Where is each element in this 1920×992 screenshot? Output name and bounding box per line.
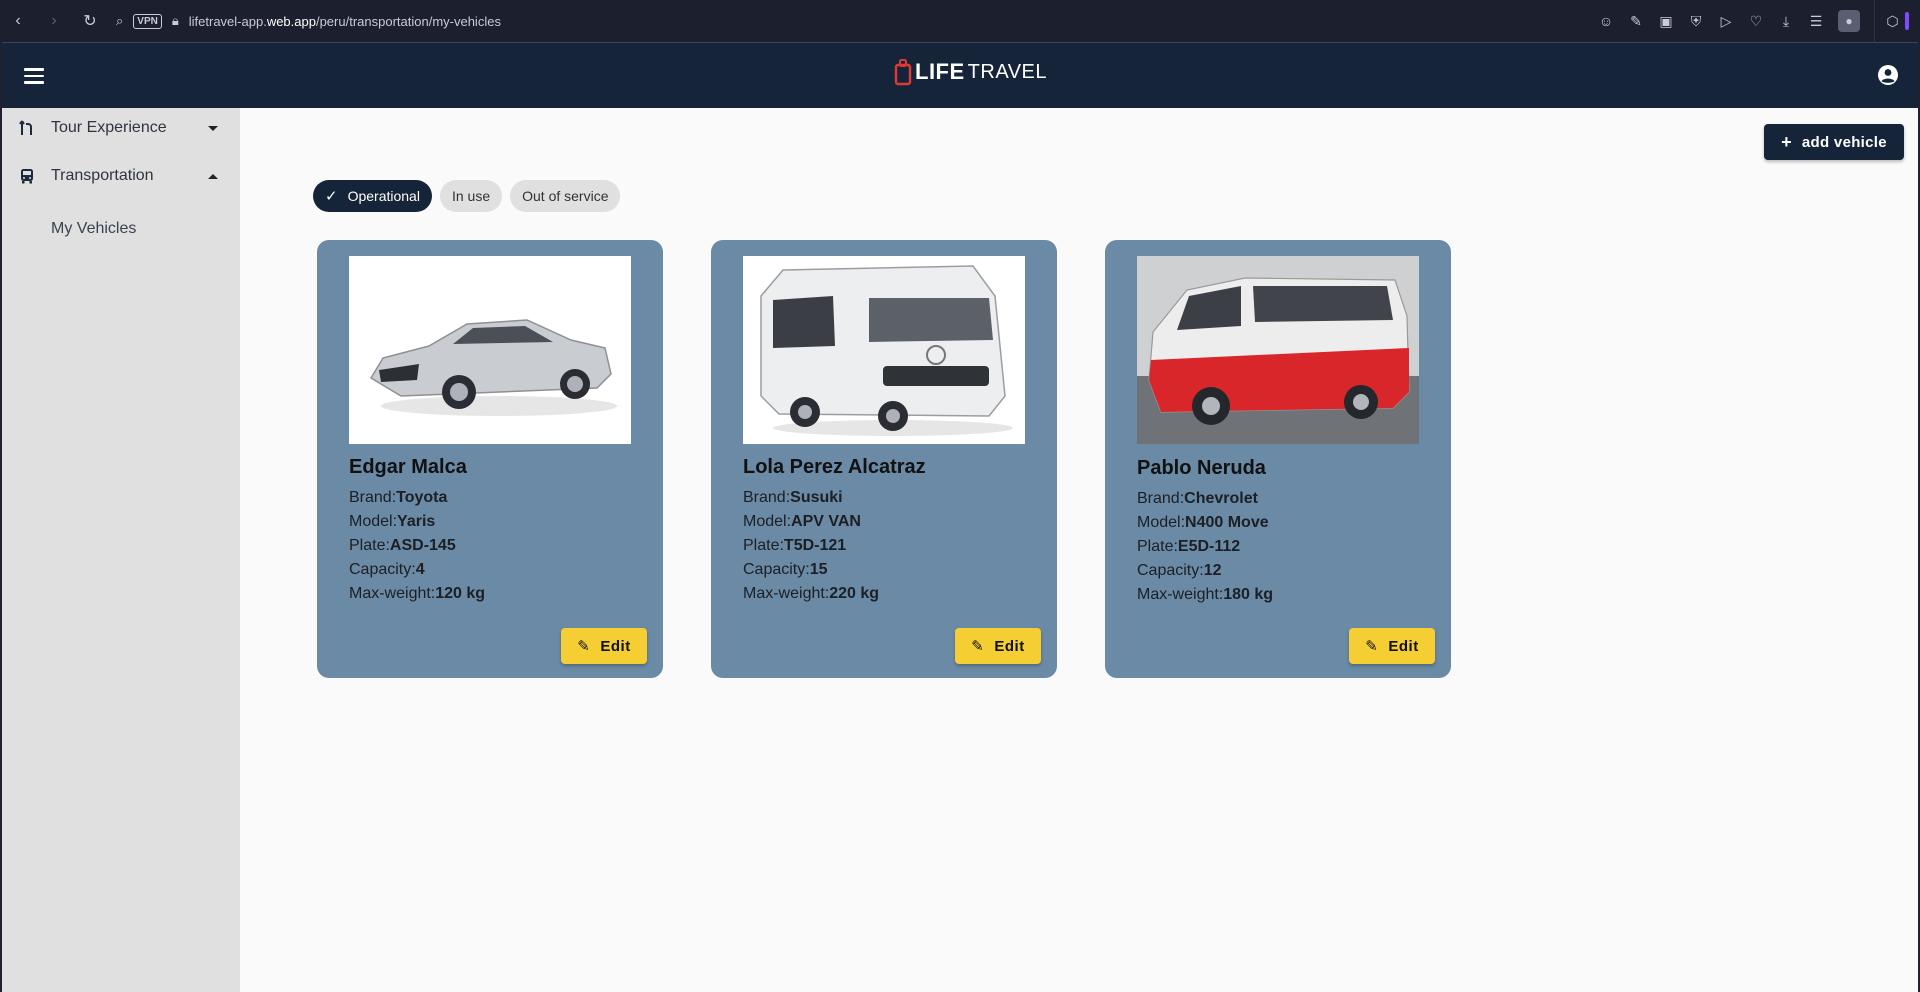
edit-label: Edit	[1388, 637, 1419, 655]
check-icon: ✓	[325, 188, 338, 205]
app-root: LIFE TRAVEL Tour Experience Transportati…	[2, 42, 1918, 992]
edit-page-icon[interactable]: ✎	[1628, 13, 1644, 30]
vpn-badge[interactable]: VPN	[133, 13, 162, 29]
plus-icon: +	[1781, 131, 1792, 152]
camera-icon[interactable]: ▣	[1658, 13, 1674, 30]
vehicle-photo	[743, 256, 1025, 444]
capacity-row: Capacity:12	[1137, 562, 1222, 579]
vehicle-details: Brand:Chevrolet Model:N400 Move Plate:E5…	[1137, 487, 1273, 607]
back-icon[interactable]: ‹	[0, 0, 36, 42]
heart-icon[interactable]: ♡	[1748, 13, 1764, 30]
red-minivan-image	[1137, 256, 1419, 444]
add-vehicle-button[interactable]: + add vehicle	[1764, 124, 1904, 160]
vehicle-details: Brand:Susuki Model:APV VAN Plate:T5D-121…	[743, 486, 879, 606]
profile-icon[interactable]: ●	[1838, 10, 1860, 32]
lock-icon: 🔒︎	[171, 13, 179, 28]
filter-chip-in-use[interactable]: In use	[439, 180, 503, 212]
add-vehicle-label: add vehicle	[1801, 133, 1887, 151]
logo-text-life: LIFE	[915, 59, 965, 84]
browser-toolbar: ‹ › ↻ ⌕ VPN 🔒︎ lifetravel-app.web.app/pe…	[0, 0, 1920, 42]
capacity-row: Capacity:15	[743, 561, 828, 578]
pencil-icon: ✎	[577, 638, 591, 655]
brand-row: Brand:Toyota	[349, 489, 448, 506]
cube-icon[interactable]: ⬡	[1886, 13, 1898, 30]
suitcase-icon	[894, 59, 912, 86]
download-icon[interactable]: ⤓	[1778, 13, 1794, 30]
filter-chip-out-of-service[interactable]: Out of service	[510, 180, 621, 212]
edit-label: Edit	[994, 637, 1025, 655]
reload-icon[interactable]: ↻	[72, 0, 108, 42]
app-logo: LIFE TRAVEL	[894, 55, 1047, 89]
extensions-area[interactable]: ⬡	[1874, 0, 1920, 42]
filter-chip-operational[interactable]: ✓ Operational	[313, 180, 432, 212]
chevron-down-icon	[208, 125, 218, 131]
sidebar-item-label: Transportation	[51, 167, 154, 184]
sidebar-subitem-my-vehicles[interactable]: My Vehicles	[51, 220, 136, 238]
address-bar[interactable]: ⌕ VPN 🔒︎ lifetravel-app.web.app/peru/tra…	[116, 6, 1598, 36]
menu-icon[interactable]	[22, 65, 46, 85]
sidebar-item-transportation[interactable]: Transportation	[2, 156, 240, 196]
menu-list-icon[interactable]: ☰	[1808, 13, 1824, 30]
edit-label: Edit	[600, 637, 631, 655]
driver-name: Edgar Malca	[349, 456, 467, 478]
vehicle-photo	[1137, 256, 1419, 444]
logo-text-travel: TRAVEL	[967, 60, 1047, 83]
chevron-up-icon	[208, 173, 218, 179]
model-row: Model:N400 Move	[1137, 514, 1269, 531]
brand-row: Brand:Susuki	[743, 489, 843, 506]
forward-icon[interactable]: ›	[36, 0, 72, 42]
plate-row: Plate:E5D-112	[1137, 538, 1241, 555]
model-row: Model:Yaris	[349, 513, 436, 530]
driver-name: Pablo Neruda	[1137, 457, 1266, 479]
vehicle-photo	[349, 256, 631, 444]
url-text[interactable]: lifetravel-app.web.app/peru/transportati…	[189, 14, 501, 29]
edit-button[interactable]: ✎ Edit	[1349, 628, 1435, 664]
capacity-row: Capacity:4	[349, 561, 425, 578]
send-icon[interactable]: ▷	[1718, 13, 1734, 30]
chip-label: Out of service	[522, 188, 609, 204]
vehicle-card: Lola Perez Alcatraz Brand:Susuki Model:A…	[711, 240, 1057, 678]
chip-label: Operational	[347, 188, 420, 204]
max-weight-row: Max-weight:180 kg	[1137, 586, 1274, 603]
brand-row: Brand:Chevrolet	[1137, 490, 1258, 507]
pencil-icon: ✎	[971, 638, 985, 655]
silver-sedan-image	[369, 319, 617, 416]
sidebar-indicator	[1904, 12, 1909, 30]
bus-icon	[18, 167, 36, 185]
sidebar: Tour Experience Transportation My Vehicl…	[2, 108, 240, 992]
shield-icon[interactable]: ⛨	[1688, 13, 1704, 30]
status-filter-chips: ✓ Operational In use Out of service	[313, 180, 621, 212]
vehicle-card: Edgar Malca Brand:Toyota Model:Yaris Pla…	[317, 240, 663, 678]
account-icon[interactable]	[1876, 63, 1900, 87]
emoji-icon[interactable]: ☺	[1598, 13, 1614, 29]
pencil-icon: ✎	[1365, 638, 1379, 655]
edit-button[interactable]: ✎ Edit	[561, 628, 647, 664]
plate-row: Plate:T5D-121	[743, 537, 847, 554]
model-row: Model:APV VAN	[743, 513, 861, 530]
edit-button[interactable]: ✎ Edit	[955, 628, 1041, 664]
sidebar-item-label: Tour Experience	[51, 119, 167, 136]
white-van-image	[760, 265, 1013, 436]
plate-row: Plate:ASD-145	[349, 537, 456, 554]
route-icon	[18, 119, 36, 137]
vehicle-card: Pablo Neruda Brand:Chevrolet Model:N400 …	[1105, 240, 1451, 678]
sidebar-item-tour-experience[interactable]: Tour Experience	[2, 108, 240, 148]
vehicle-details: Brand:Toyota Model:Yaris Plate:ASD-145 C…	[349, 486, 485, 606]
chip-label: In use	[451, 188, 491, 204]
app-header: LIFE TRAVEL	[2, 42, 1918, 108]
search-key-icon: ⌕	[116, 13, 124, 28]
driver-name: Lola Perez Alcatraz	[743, 456, 926, 478]
max-weight-row: Max-weight:220 kg	[743, 585, 880, 602]
max-weight-row: Max-weight:120 kg	[349, 585, 486, 602]
